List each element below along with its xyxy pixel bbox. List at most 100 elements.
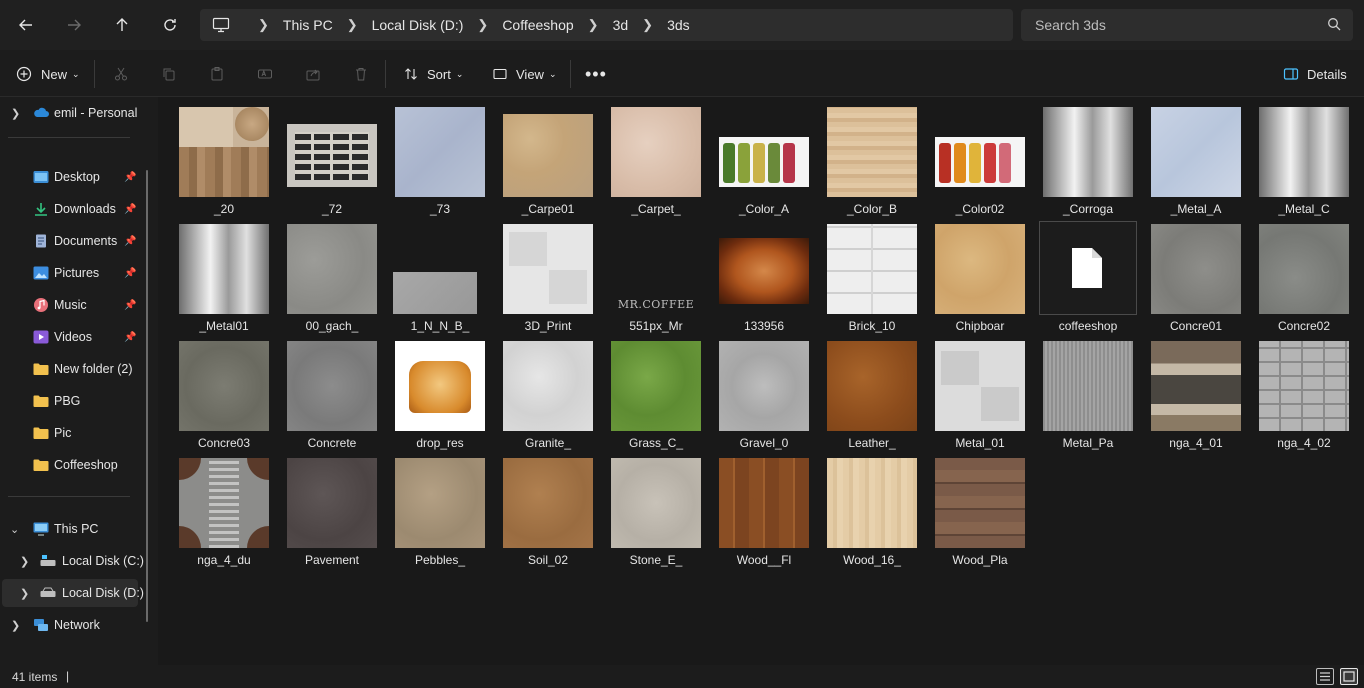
file-item[interactable]: 1_N_N_B_ xyxy=(390,214,490,333)
file-item[interactable]: _Color02 xyxy=(930,97,1030,216)
up-button[interactable] xyxy=(106,9,138,41)
sort-button[interactable]: Sort ⌄ xyxy=(403,62,463,86)
chevron-down-icon[interactable]: ⌄ xyxy=(10,523,19,536)
breadcrumb-this-pc[interactable]: This PC xyxy=(283,17,333,33)
file-item[interactable]: Leather_ xyxy=(822,331,922,450)
cut-button[interactable] xyxy=(113,62,129,86)
chevron-right-icon[interactable]: ❯ xyxy=(642,17,653,33)
chevron-right-icon[interactable]: ❯ xyxy=(477,17,488,33)
file-item[interactable]: Pavement xyxy=(282,448,382,567)
sidebar-item-pic[interactable]: Pic xyxy=(0,419,148,447)
paste-button[interactable] xyxy=(209,62,225,86)
address-bar[interactable]: ❯ This PC ❯ Local Disk (D:) ❯ Coffeeshop… xyxy=(200,9,1013,41)
file-item[interactable]: Concre03 xyxy=(174,331,274,450)
back-button[interactable] xyxy=(10,9,42,41)
file-item[interactable]: _72 xyxy=(282,97,382,216)
file-item[interactable]: Concrete xyxy=(282,331,382,450)
chevron-right-icon[interactable]: ❯ xyxy=(347,17,358,33)
chevron-right-icon[interactable]: ❯ xyxy=(11,107,20,120)
search-input[interactable]: Search 3ds xyxy=(1021,9,1353,41)
breadcrumb-local-disk-d[interactable]: Local Disk (D:) xyxy=(372,17,464,33)
breadcrumb-3d[interactable]: 3d xyxy=(613,17,629,33)
new-button[interactable]: New ⌄ xyxy=(16,62,80,86)
file-item[interactable]: _20 xyxy=(174,97,274,216)
file-item[interactable]: Metal_Pa xyxy=(1038,331,1138,450)
chevron-right-icon[interactable]: ❯ xyxy=(20,587,29,600)
sidebar-item-documents[interactable]: Documents 📌 xyxy=(0,227,148,255)
rename-button[interactable] xyxy=(257,62,273,86)
file-item[interactable]: 133956 xyxy=(714,214,814,333)
file-item[interactable]: Chipboar xyxy=(930,214,1030,333)
sidebar-item-pbg[interactable]: PBG xyxy=(0,387,148,415)
sidebar-item-pictures[interactable]: Pictures 📌 xyxy=(0,259,148,287)
sidebar-item-network[interactable]: ❯ Network xyxy=(0,611,148,639)
file-item[interactable]: _Color_A xyxy=(714,97,814,216)
file-item[interactable]: Brick_10 xyxy=(822,214,922,333)
sidebar-item-onedrive[interactable]: ❯ emil - Personal xyxy=(0,99,148,127)
delete-button[interactable] xyxy=(353,62,369,86)
file-item[interactable]: drop_res xyxy=(390,331,490,450)
file-item[interactable]: _Metal01 xyxy=(174,214,274,333)
sidebar-item-new-folder-2[interactable]: New folder (2) xyxy=(0,355,148,383)
breadcrumb-3ds[interactable]: 3ds xyxy=(667,17,690,33)
file-item[interactable]: nga_4_du xyxy=(174,448,274,567)
chevron-right-icon[interactable]: ❯ xyxy=(588,17,599,33)
file-item[interactable]: Wood__Fl xyxy=(714,448,814,567)
view-button[interactable]: View ⌄ xyxy=(492,62,557,86)
file-item[interactable]: Pebbles_ xyxy=(390,448,490,567)
file-item[interactable]: Wood_Pla xyxy=(930,448,1030,567)
file-item[interactable]: Wood_16_ xyxy=(822,448,922,567)
file-item[interactable]: Gravel_0 xyxy=(714,331,814,450)
refresh-button[interactable] xyxy=(154,9,186,41)
sidebar-item-local-disk-c[interactable]: ❯ Local Disk (C:) xyxy=(0,547,148,575)
file-item[interactable]: nga_4_02 xyxy=(1254,331,1354,450)
file-item[interactable]: coffeeshop xyxy=(1038,214,1138,333)
sidebar-item-music[interactable]: Music 📌 xyxy=(0,291,148,319)
chevron-right-icon[interactable]: ❯ xyxy=(20,555,29,568)
breadcrumb-coffeeshop[interactable]: Coffeeshop xyxy=(502,17,573,33)
details-button[interactable]: Details xyxy=(1283,62,1347,86)
file-item[interactable]: nga_4_01 xyxy=(1146,331,1246,450)
item-count: 41 items xyxy=(12,670,58,684)
file-item[interactable]: Stone_E_ xyxy=(606,448,706,567)
file-item[interactable]: _73 xyxy=(390,97,490,216)
chevron-down-icon: ⌄ xyxy=(548,68,557,79)
forward-button[interactable] xyxy=(58,9,90,41)
texture-thumbnail xyxy=(395,458,485,548)
sidebar-item-label: Local Disk (C:) xyxy=(62,554,144,568)
file-item[interactable]: _Corroga xyxy=(1038,97,1138,216)
sidebar-item-videos[interactable]: Videos 📌 xyxy=(0,323,148,351)
file-item[interactable]: Concre01 xyxy=(1146,214,1246,333)
sidebar-item-downloads[interactable]: Downloads 📌 xyxy=(0,195,148,223)
file-item[interactable]: Grass_C_ xyxy=(606,331,706,450)
file-item[interactable]: _Color_B xyxy=(822,97,922,216)
copy-button[interactable] xyxy=(161,62,177,86)
file-item[interactable]: _Metal_C xyxy=(1254,97,1354,216)
file-item[interactable]: Granite_ xyxy=(498,331,598,450)
sidebar-item-this-pc[interactable]: ⌄ This PC xyxy=(0,515,148,543)
computer-icon xyxy=(33,522,49,536)
file-item[interactable]: Concre02 xyxy=(1254,214,1354,333)
texture-thumbnail xyxy=(1151,341,1241,431)
texture-thumbnail xyxy=(1259,107,1349,197)
share-button[interactable] xyxy=(305,62,321,86)
file-item[interactable]: 00_gach_ xyxy=(282,214,382,333)
cloud-icon xyxy=(34,107,49,117)
more-options-button[interactable]: ••• xyxy=(585,62,607,86)
chevron-right-icon[interactable]: ❯ xyxy=(11,619,20,632)
texture-thumbnail xyxy=(719,238,809,304)
texture-thumbnail xyxy=(1043,341,1133,431)
sidebar-item-coffeeshop[interactable]: Coffeeshop xyxy=(0,451,148,479)
file-item[interactable]: _Carpe01 xyxy=(498,97,598,216)
file-item[interactable]: 3D_Print xyxy=(498,214,598,333)
thumbnail-view-button[interactable] xyxy=(1340,668,1358,685)
file-item[interactable]: Soil_02 xyxy=(498,448,598,567)
file-item[interactable]: _Carpet_ xyxy=(606,97,706,216)
sidebar-scrollbar[interactable] xyxy=(146,170,148,622)
file-item[interactable]: _Metal_A xyxy=(1146,97,1246,216)
file-item[interactable]: Metal_01 xyxy=(930,331,1030,450)
file-item[interactable]: MR.COFFEE 551px_Mr xyxy=(606,214,706,333)
sidebar-item-desktop[interactable]: Desktop 📌 xyxy=(0,163,148,191)
sidebar-item-local-disk-d[interactable]: ❯ Local Disk (D:) xyxy=(2,579,144,607)
details-view-button[interactable] xyxy=(1316,668,1334,685)
